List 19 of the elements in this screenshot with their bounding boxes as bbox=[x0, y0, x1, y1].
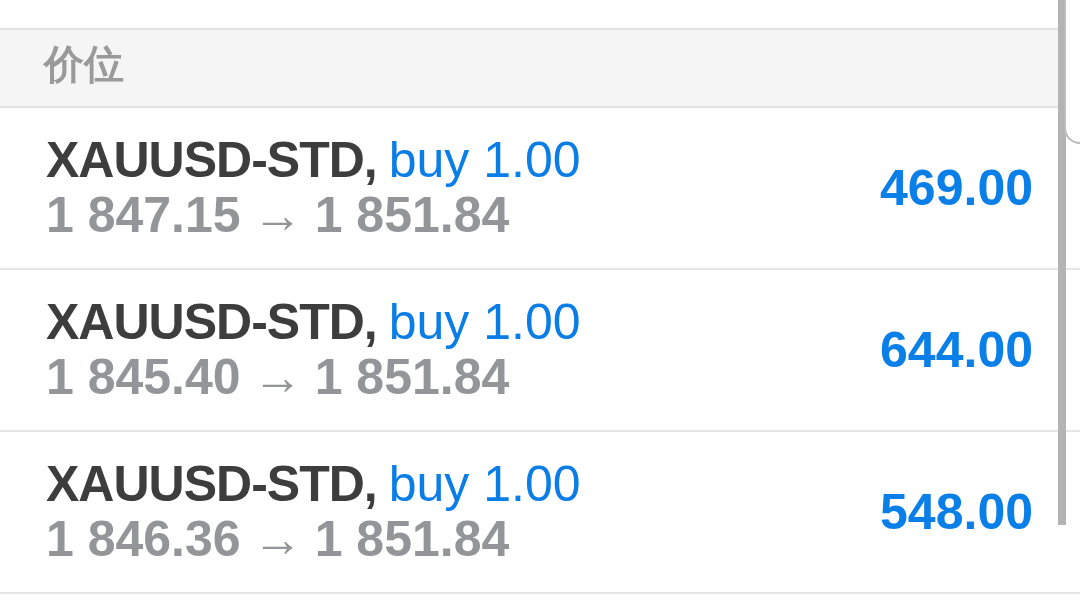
open-price-text: 1 845.40 bbox=[46, 350, 241, 405]
arrow-icon: → bbox=[252, 188, 303, 243]
current-price-text: 1 851.84 bbox=[314, 188, 510, 243]
profit-text: 548.00 bbox=[880, 483, 1033, 541]
current-price-text: 1 851.84 bbox=[314, 512, 510, 567]
arrow-icon: → bbox=[252, 350, 303, 405]
open-price-text: 1 847.15 bbox=[46, 188, 241, 243]
current-price-text: 1 851.84 bbox=[314, 350, 510, 405]
open-price-text: 1 846.36 bbox=[46, 512, 241, 567]
order-text: buy 1.00 bbox=[388, 295, 581, 350]
order-text: buy 1.00 bbox=[388, 457, 581, 512]
order-text: buy 1.00 bbox=[388, 133, 581, 188]
symbol-text: XAUUSD-STD, bbox=[46, 295, 377, 350]
symbol-text: XAUUSD-STD, bbox=[46, 133, 377, 188]
symbol-text: XAUUSD-STD, bbox=[46, 457, 377, 512]
section-title: 价位 bbox=[44, 41, 124, 88]
profit-text: 644.00 bbox=[880, 321, 1033, 379]
arrow-icon: → bbox=[252, 512, 303, 567]
profit-text: 469.00 bbox=[880, 159, 1033, 217]
